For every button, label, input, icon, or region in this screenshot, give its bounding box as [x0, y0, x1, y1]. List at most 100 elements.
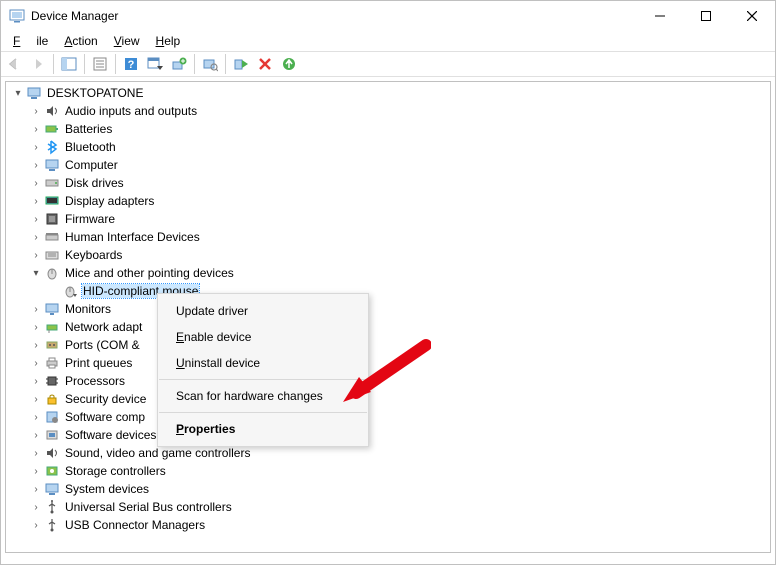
- tree-item-print[interactable]: ›Print queues: [6, 354, 770, 372]
- update-driver-button[interactable]: [168, 53, 190, 75]
- tree-item-processors[interactable]: ›Processors: [6, 372, 770, 390]
- printer-icon: [44, 355, 60, 371]
- toolbar: ?: [1, 51, 775, 77]
- chevron-right-icon[interactable]: ›: [28, 409, 44, 425]
- tree-item-mice[interactable]: ▾Mice and other pointing devices: [6, 264, 770, 282]
- system-icon: [44, 481, 60, 497]
- chevron-right-icon[interactable]: ›: [28, 337, 44, 353]
- tree-item-monitors[interactable]: ›Monitors: [6, 300, 770, 318]
- tree-item-ports[interactable]: ›Ports (COM &: [6, 336, 770, 354]
- chevron-right-icon[interactable]: ›: [28, 319, 44, 335]
- action-menu-button[interactable]: [144, 53, 166, 75]
- tree-label: DESKTOPATONE: [46, 86, 144, 100]
- tree-root[interactable]: ▾ DESKTOPATONE: [6, 84, 770, 102]
- sound-icon: [44, 445, 60, 461]
- ctx-uninstall-device[interactable]: Uninstall device: [158, 350, 368, 376]
- forward-button[interactable]: [27, 53, 49, 75]
- tree-item-usb-connector[interactable]: ›USB Connector Managers: [6, 516, 770, 534]
- chevron-right-icon[interactable]: ›: [28, 121, 44, 137]
- close-button[interactable]: [729, 1, 775, 31]
- menu-action[interactable]: Action: [56, 32, 105, 50]
- tree-item-network[interactable]: ›Network adapt: [6, 318, 770, 336]
- bluetooth-icon: [44, 139, 60, 155]
- chevron-right-icon[interactable]: ›: [28, 247, 44, 263]
- chevron-right-icon[interactable]: ›: [28, 301, 44, 317]
- menu-view[interactable]: View: [106, 32, 148, 50]
- tree-item-disk[interactable]: ›Disk drives: [6, 174, 770, 192]
- ctx-enable-device[interactable]: Enable device: [158, 324, 368, 350]
- tree-item-audio[interactable]: ›Audio inputs and outputs: [6, 102, 770, 120]
- mouse-icon: [44, 265, 60, 281]
- keyboard-icon: [44, 247, 60, 263]
- tree-item-computer[interactable]: ›Computer: [6, 156, 770, 174]
- computer-icon: [44, 157, 60, 173]
- disk-icon: [44, 175, 60, 191]
- tree-item-hid[interactable]: ›Human Interface Devices: [6, 228, 770, 246]
- chevron-down-icon[interactable]: ▾: [28, 265, 44, 281]
- menubar: File Action View Help: [1, 31, 775, 51]
- chevron-right-icon[interactable]: ›: [28, 445, 44, 461]
- device-manager-icon: [9, 8, 25, 24]
- storage-icon: [44, 463, 60, 479]
- scan-hardware-button[interactable]: [199, 53, 221, 75]
- firmware-icon: [44, 211, 60, 227]
- hid-icon: [44, 229, 60, 245]
- help-button[interactable]: ?: [120, 53, 142, 75]
- uninstall-device-button[interactable]: [254, 53, 276, 75]
- chevron-right-icon[interactable]: ›: [28, 355, 44, 371]
- refresh-button[interactable]: [278, 53, 300, 75]
- chevron-right-icon[interactable]: ›: [28, 193, 44, 209]
- context-menu: Update driver Enable device Uninstall de…: [157, 293, 369, 447]
- ctx-scan-hardware[interactable]: Scan for hardware changes: [158, 383, 368, 409]
- chevron-right-icon[interactable]: ›: [28, 229, 44, 245]
- minimize-button[interactable]: [637, 1, 683, 31]
- ctx-properties[interactable]: Properties: [158, 416, 368, 442]
- chevron-right-icon[interactable]: ›: [28, 157, 44, 173]
- tree-item-batteries[interactable]: ›Batteries: [6, 120, 770, 138]
- chevron-down-icon[interactable]: ▾: [10, 85, 26, 101]
- monitor-icon: [44, 301, 60, 317]
- tree-item-usb[interactable]: ›Universal Serial Bus controllers: [6, 498, 770, 516]
- network-icon: [44, 319, 60, 335]
- tree-item-sound[interactable]: ›Sound, video and game controllers: [6, 444, 770, 462]
- device-tree[interactable]: ▾ DESKTOPATONE ›Audio inputs and outputs…: [5, 81, 771, 553]
- properties-button[interactable]: [89, 53, 111, 75]
- show-hide-tree-button[interactable]: [58, 53, 80, 75]
- chevron-right-icon[interactable]: ›: [28, 373, 44, 389]
- tree-item-firmware[interactable]: ›Firmware: [6, 210, 770, 228]
- security-icon: [44, 391, 60, 407]
- chevron-right-icon[interactable]: ›: [28, 391, 44, 407]
- audio-icon: [44, 103, 60, 119]
- chevron-right-icon[interactable]: ›: [28, 499, 44, 515]
- separator: [159, 412, 367, 413]
- chevron-right-icon[interactable]: ›: [28, 463, 44, 479]
- tree-item-bluetooth[interactable]: ›Bluetooth: [6, 138, 770, 156]
- port-icon: [44, 337, 60, 353]
- chevron-right-icon[interactable]: ›: [28, 103, 44, 119]
- chevron-right-icon[interactable]: ›: [28, 175, 44, 191]
- chevron-right-icon[interactable]: ›: [28, 139, 44, 155]
- svg-text:?: ?: [128, 59, 135, 71]
- menu-file[interactable]: File: [5, 32, 56, 50]
- display-icon: [44, 193, 60, 209]
- cpu-icon: [44, 373, 60, 389]
- tree-item-system[interactable]: ›System devices: [6, 480, 770, 498]
- back-button[interactable]: [3, 53, 25, 75]
- chevron-right-icon[interactable]: ›: [28, 211, 44, 227]
- maximize-button[interactable]: [683, 1, 729, 31]
- tree-item-security[interactable]: ›Security device: [6, 390, 770, 408]
- tree-item-software-comp[interactable]: ›Software comp: [6, 408, 770, 426]
- chevron-right-icon[interactable]: ›: [28, 427, 44, 443]
- chevron-right-icon[interactable]: ›: [28, 481, 44, 497]
- ctx-update-driver[interactable]: Update driver: [158, 298, 368, 324]
- menu-help[interactable]: Help: [148, 32, 189, 50]
- chevron-right-icon[interactable]: ›: [28, 517, 44, 533]
- tree-item-hid-mouse[interactable]: ›HID-compliant mouse: [6, 282, 770, 300]
- tree-item-storage[interactable]: ›Storage controllers: [6, 462, 770, 480]
- tree-item-software-dev[interactable]: ›Software devices: [6, 426, 770, 444]
- enable-device-button[interactable]: [230, 53, 252, 75]
- window-title: Device Manager: [31, 9, 637, 23]
- tree-item-keyboards[interactable]: ›Keyboards: [6, 246, 770, 264]
- software-device-icon: [44, 427, 60, 443]
- tree-item-display[interactable]: ›Display adapters: [6, 192, 770, 210]
